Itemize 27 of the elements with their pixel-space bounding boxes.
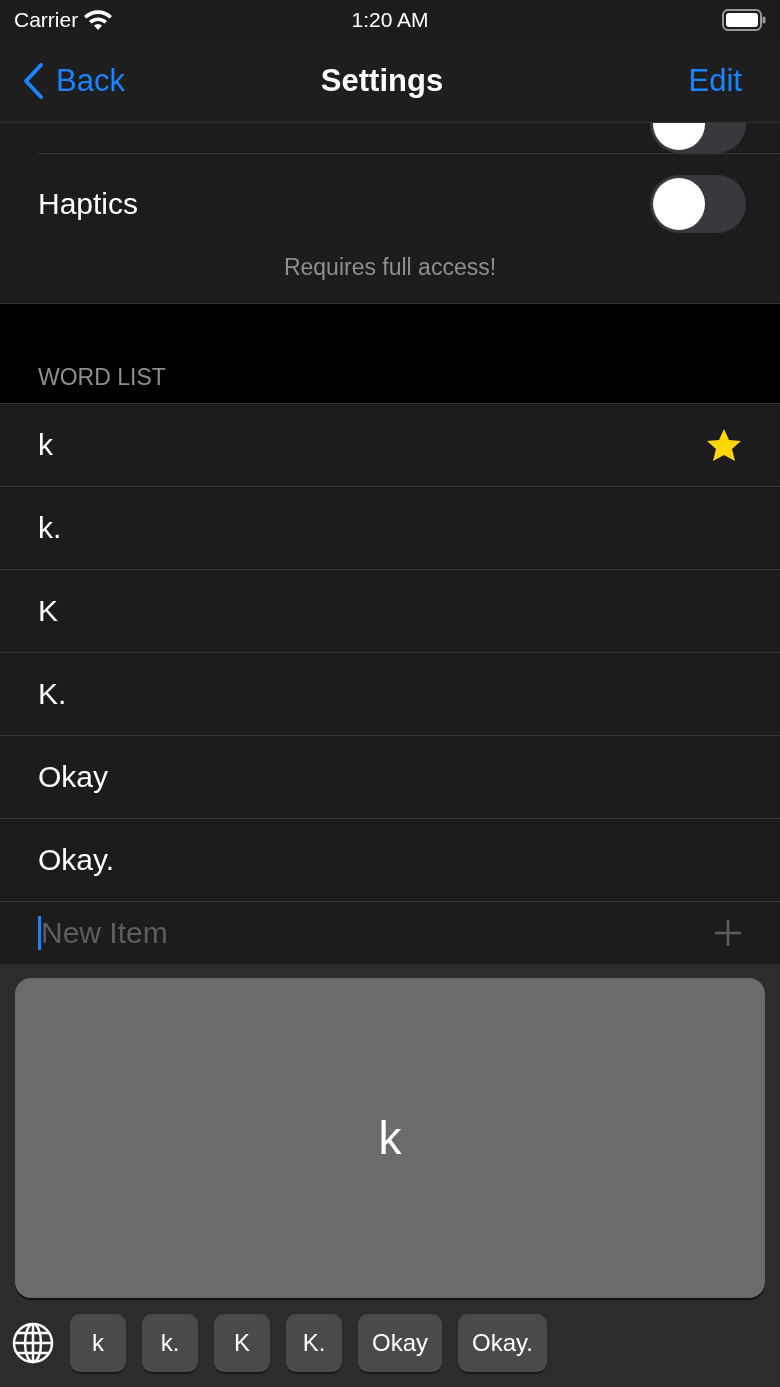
suggestion-key[interactable]: K. <box>286 1314 342 1372</box>
carrier-label: Carrier <box>14 8 79 32</box>
key-preview: k <box>15 978 765 1298</box>
chevron-left-icon <box>22 63 44 99</box>
edit-button[interactable]: Edit <box>542 63 742 99</box>
setting-label: Haptics <box>38 187 139 221</box>
battery-icon <box>722 9 766 31</box>
back-button[interactable]: Back <box>22 63 222 99</box>
wifi-icon <box>84 10 113 30</box>
suggestion-key[interactable]: k <box>70 1314 126 1372</box>
suggestion-key[interactable]: k. <box>142 1314 198 1372</box>
word-list-item[interactable]: K. <box>0 653 780 736</box>
word-list-item[interactable]: Okay. <box>0 819 780 902</box>
footer-note: Requires full access! <box>282 254 498 282</box>
plus-icon[interactable] <box>714 919 742 947</box>
suggestion-key[interactable]: K <box>214 1314 270 1372</box>
screen-title: Settings <box>320 63 444 99</box>
section-header: WORD LIST <box>37 364 167 392</box>
suggestion-key[interactable]: Okay <box>358 1314 442 1372</box>
word-list-item[interactable]: Okay <box>0 736 780 819</box>
suggestion-key[interactable]: Okay. <box>458 1314 547 1372</box>
word-list-item[interactable]: k. <box>0 487 780 570</box>
globe-icon[interactable] <box>12 1322 54 1364</box>
new-item-field[interactable]: New Item <box>38 916 441 950</box>
word-list-item[interactable]: k <box>0 404 780 487</box>
word-list-item[interactable]: K <box>0 570 780 653</box>
clock-time: 1:20 AM <box>351 8 429 32</box>
